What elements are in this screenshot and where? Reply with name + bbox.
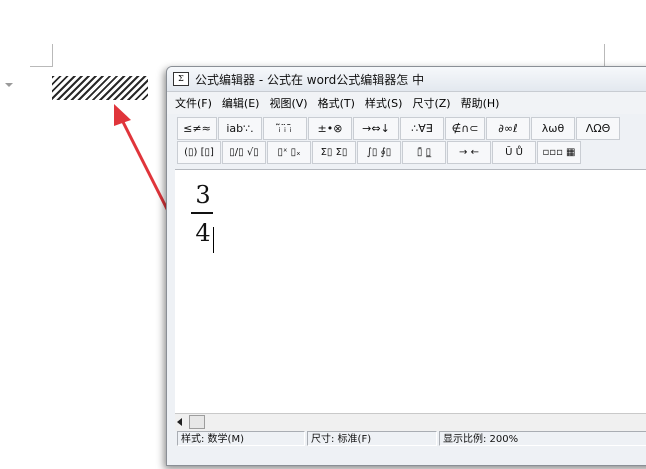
status-bar: 样式: 数学(M) 尺寸: 标准(F) 显示比例: 200%: [175, 431, 646, 447]
set-theory-symbols-icon[interactable]: ∉∩⊂: [445, 117, 485, 140]
summation-templates-icon[interactable]: Σ▯ Σ▯: [312, 141, 356, 164]
misc-symbols-icon[interactable]: ∂∞ℓ: [486, 117, 530, 140]
app-icon[interactable]: Σ: [173, 72, 189, 86]
menu-edit[interactable]: 编辑(E): [222, 95, 260, 111]
window-title: 公式编辑器 - 公式在 word公式编辑器怎 中: [195, 73, 425, 87]
fence-templates-icon[interactable]: (▯) [▯]: [177, 141, 221, 164]
menu-bar: 文件(F) 编辑(E) 视图(V) 格式(T) 样式(S) 尺寸(Z) 帮助(H…: [167, 92, 646, 114]
symbol-palette-toolbar: ≤≠≈ ⅰab∵. ᵢ̃ ᵢ̈ ᵢ̄ ±•⊗ →⇔↓ ∴∀∃ ∉∩⊂ ∂∞ℓ λ…: [177, 117, 621, 141]
logical-symbols-icon[interactable]: ∴∀∃: [400, 117, 444, 140]
menu-style[interactable]: 样式(S): [365, 95, 403, 111]
menu-size[interactable]: 尺寸(Z): [412, 95, 450, 111]
equation-editor-window: Σ 公式编辑器 - 公式在 word公式编辑器怎 中 文件(F) 编辑(E) 视…: [166, 66, 646, 466]
title-bar[interactable]: Σ 公式编辑器 - 公式在 word公式编辑器怎 中: [167, 67, 646, 92]
integral-templates-icon[interactable]: ∫▯ ∮▯: [357, 141, 401, 164]
underbar-overbar-templates-icon[interactable]: ▯̄ ▯̲: [402, 141, 446, 164]
fraction-radical-templates-icon[interactable]: ▯/▯ √▯: [222, 141, 266, 164]
scroll-left-arrow-icon[interactable]: [177, 418, 182, 426]
template-palette-toolbar: (▯) [▯] ▯/▯ √▯ ▯ˣ ▯ₓ Σ▯ Σ▯ ∫▯ ∮▯ ▯̄ ▯̲ →…: [177, 141, 582, 165]
relational-symbols-icon[interactable]: ≤≠≈: [177, 117, 217, 140]
fraction-bar: [191, 212, 213, 214]
operator-symbols-icon[interactable]: ±•⊗: [308, 117, 352, 140]
fraction-denominator[interactable]: 4: [191, 218, 215, 248]
menu-help[interactable]: 帮助(H): [461, 95, 500, 111]
spaces-ellipses-icon[interactable]: ⅰab∵.: [218, 117, 262, 140]
equation-edit-area[interactable]: 3 4: [175, 169, 646, 430]
status-style: 样式: 数学(M): [177, 431, 305, 446]
products-set-theory-templates-icon[interactable]: Ū Ů: [492, 141, 536, 164]
menu-format[interactable]: 格式(T): [318, 95, 355, 111]
fraction[interactable]: 3 4: [191, 180, 215, 248]
greek-uppercase-icon[interactable]: ΛΩΘ: [576, 117, 620, 140]
menu-view[interactable]: 视图(V): [269, 95, 307, 111]
status-size: 尺寸: 标准(F): [307, 431, 437, 446]
fraction-numerator[interactable]: 3: [191, 180, 215, 210]
scroll-thumb[interactable]: [189, 415, 205, 429]
greek-lowercase-icon[interactable]: λωθ: [531, 117, 575, 140]
status-zoom: 显示比例: 200%: [439, 431, 646, 446]
embellishments-icon[interactable]: ᵢ̃ ᵢ̈ ᵢ̄: [263, 117, 307, 140]
arrow-symbols-icon[interactable]: →⇔↓: [353, 117, 399, 140]
subscript-superscript-templates-icon[interactable]: ▯ˣ ▯ₓ: [267, 141, 311, 164]
labeled-arrow-templates-icon[interactable]: → ←: [447, 141, 491, 164]
text-cursor: [213, 227, 214, 253]
horizontal-scrollbar[interactable]: [175, 413, 646, 431]
menu-file[interactable]: 文件(F): [175, 95, 212, 111]
matrix-templates-icon[interactable]: ▫▫▫ ▦: [537, 141, 581, 164]
